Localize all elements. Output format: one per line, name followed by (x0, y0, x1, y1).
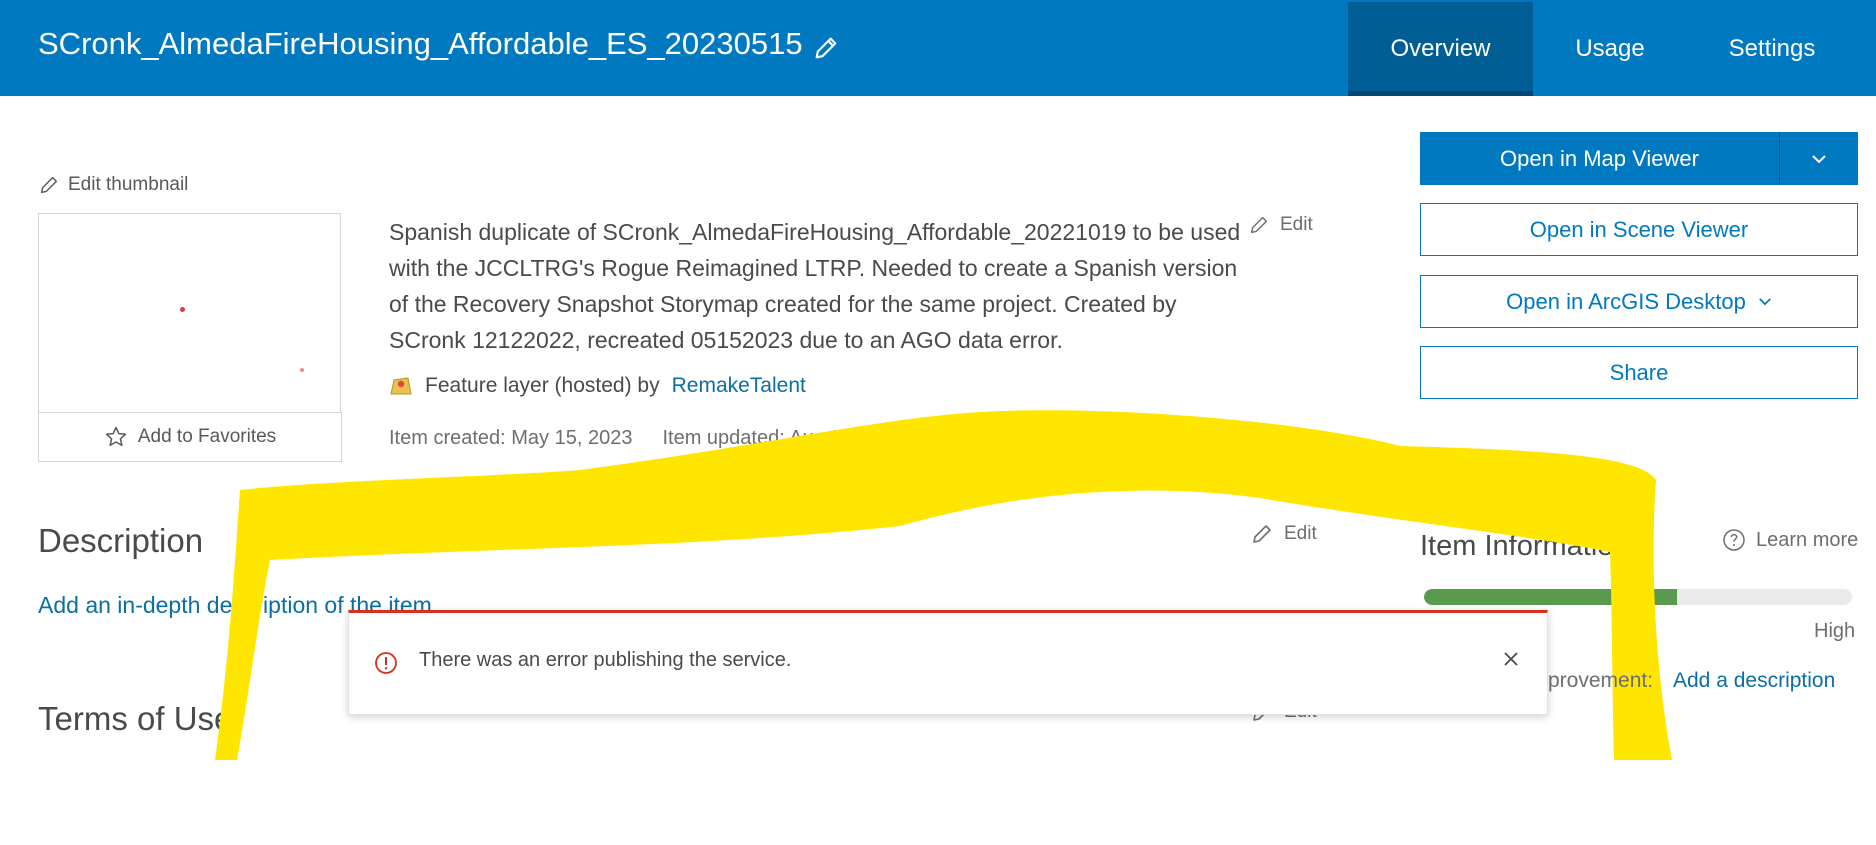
open-in-map-viewer-button[interactable]: Open in Map Viewer (1420, 132, 1858, 185)
add-a-description-link[interactable]: Add a description (1673, 669, 1835, 693)
chevron-down-icon (1758, 297, 1772, 306)
item-title: SCronk_AlmedaFireHousing_Affordable_ES_2… (38, 26, 803, 61)
updated-date: Item updated: Aug 22, 2023 (662, 427, 909, 449)
feature-layer-icon (389, 374, 413, 398)
open-in-scene-viewer-button[interactable]: Open in Scene Viewer (1420, 203, 1858, 256)
open-in-arcgis-desktop-button[interactable]: Open in ArcGIS Desktop (1420, 275, 1858, 328)
thumbnail-point (180, 307, 185, 312)
tab-settings[interactable]: Settings (1687, 2, 1857, 96)
pencil-icon (38, 174, 60, 196)
progress-level-label: High (1814, 620, 1856, 642)
tab-overview[interactable]: Overview (1348, 2, 1533, 96)
item-information-heading: Item Information (1420, 530, 1630, 562)
terms-of-use-heading: Terms of Use (38, 700, 233, 737)
item-info-progress-bar (1424, 589, 1852, 605)
toast-message: There was an error publishing the servic… (419, 649, 792, 671)
item-summary: Spanish duplicate of SCronk_AlmedaFireHo… (389, 219, 1241, 353)
pencil-icon (1248, 214, 1270, 236)
item-meta: Item created: May 15, 2023 Item updated:… (389, 427, 1069, 450)
view-count: View count: 22 (938, 427, 1070, 449)
thumbnail-point (300, 368, 304, 372)
description-heading: Description (38, 522, 204, 559)
tab-usage[interactable]: Usage (1533, 2, 1687, 96)
edit-title-pencil-icon[interactable] (812, 34, 840, 62)
chevron-down-icon[interactable] (1779, 132, 1858, 185)
improvement-label: provement: (1548, 669, 1654, 692)
edit-summary-link[interactable]: Edit (1248, 214, 1313, 236)
learn-more-link[interactable]: Learn more (1722, 528, 1858, 552)
edit-thumbnail-link[interactable]: Edit thumbnail (38, 174, 188, 196)
progress-fill (1424, 589, 1677, 605)
close-icon[interactable] (1501, 649, 1521, 669)
share-button[interactable]: Share (1420, 346, 1858, 399)
star-icon (104, 425, 128, 449)
error-toast: There was an error publishing the servic… (348, 610, 1548, 715)
created-date: Item created: May 15, 2023 (389, 427, 633, 449)
pencil-icon (1250, 522, 1274, 546)
edit-description-link[interactable]: Edit (1250, 522, 1317, 546)
item-type-row: Feature layer (hosted) by RemakeTalent (389, 374, 806, 398)
owner-link[interactable]: RemakeTalent (672, 374, 806, 398)
error-alert-icon (374, 651, 398, 675)
help-circle-icon (1722, 528, 1746, 552)
add-to-favorites-button[interactable]: Add to Favorites (38, 412, 342, 462)
item-thumbnail (38, 213, 341, 413)
